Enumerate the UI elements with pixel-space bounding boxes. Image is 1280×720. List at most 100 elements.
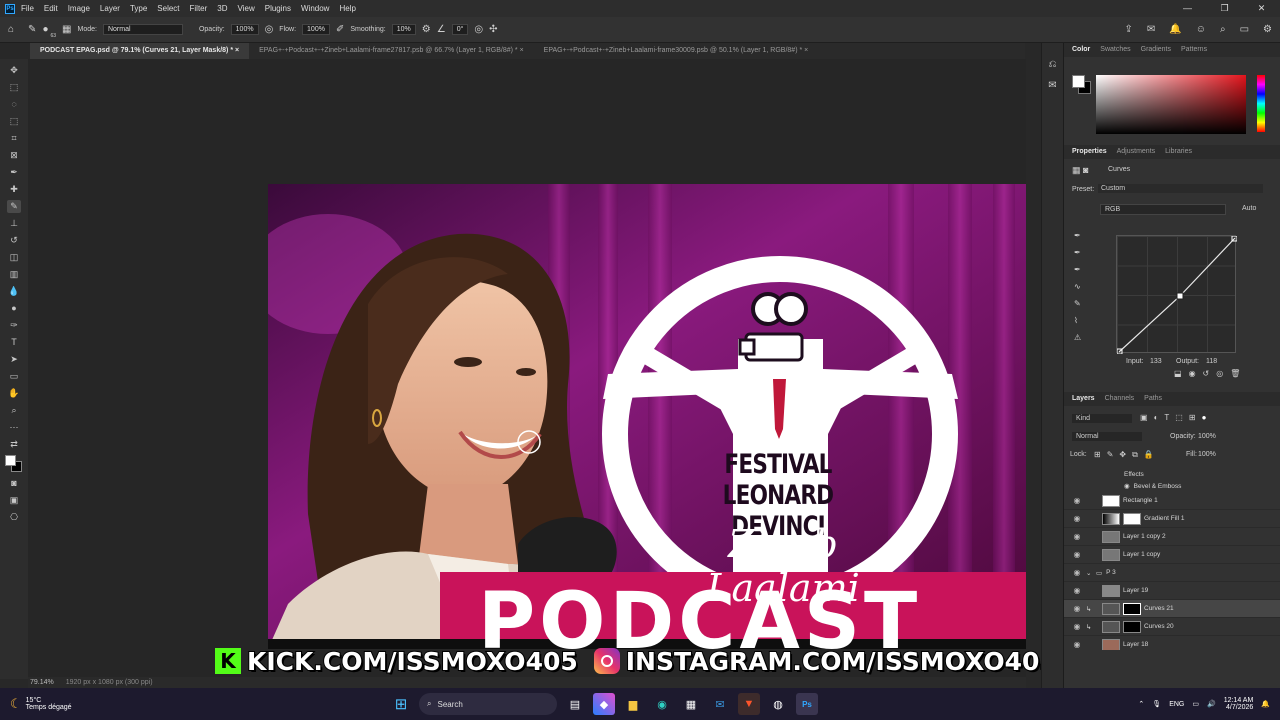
document-artwork[interactable]: FESTIVAL LEONARD DEVINCI Zineb Laalami P… [268,184,1026,649]
menu-3d[interactable]: 3D [217,4,227,13]
tab-frame27817[interactable]: EPAG+-+Podcast+-+Zineb+Laalami-frame2781… [249,43,534,59]
history-icon[interactable]: ⎌ [1042,59,1063,70]
layer-row-selected[interactable]: ◉ ↳ Curves 21 [1064,600,1280,618]
eyedropper-white-icon[interactable]: ✒ [1074,265,1081,274]
airbrush-icon[interactable]: ✐ [336,24,344,35]
notification-bell-icon[interactable]: 🔔 [1261,700,1270,708]
tab-patterns[interactable]: Patterns [1181,43,1207,57]
user-icon[interactable]: ☺ [1196,24,1206,35]
curve-pencil-icon[interactable]: ✎ [1074,299,1081,308]
delete-icon[interactable]: 🗑 [1230,369,1240,378]
symmetry-icon[interactable]: ✣ [489,24,497,35]
tab-adjustments[interactable]: Adjustments [1117,145,1156,159]
menu-select[interactable]: Select [157,4,179,13]
lock-all-icon[interactable]: 🔒 [1144,450,1154,460]
path-select-tool-icon[interactable]: ➤ [7,353,21,366]
close-icon[interactable]: × [235,47,239,54]
windows-start-icon[interactable]: ⊞ [390,693,412,715]
flow-input[interactable]: 100% [302,24,330,35]
file-explorer-icon[interactable]: ▆ [622,693,644,715]
gear-icon[interactable]: ⚙ [422,24,431,35]
eye-icon[interactable]: ◉ [1072,640,1082,649]
hand-tool-icon[interactable]: ✋ [7,387,21,400]
layer-row-effects[interactable]: Effects [1064,468,1280,480]
reset-icon[interactable]: ↺ [1203,369,1210,378]
preset-select[interactable]: Custom [1098,184,1263,193]
menu-window[interactable]: Window [301,4,329,13]
foreground-color-swatch[interactable] [5,455,23,473]
eye-icon[interactable]: ◉ [1072,496,1082,505]
share-icon[interactable]: ⇪ [1125,24,1133,35]
clock[interactable]: 12:14 AM 4/7/2026 [1224,697,1254,711]
stamp-tool-icon[interactable]: ⊥ [7,217,21,230]
visibility-icon[interactable]: ◎ [1216,369,1223,378]
close-icon[interactable]: × [520,47,524,54]
move-tool-icon[interactable]: ✥ [7,64,21,77]
tab-gradients[interactable]: Gradients [1141,43,1171,57]
menu-help[interactable]: Help [339,4,355,13]
layer-row[interactable]: ◉ Layer 1 copy [1064,546,1280,564]
store-icon[interactable]: ▦ [680,693,702,715]
brush-preset-icon[interactable]: ● [42,24,48,35]
menu-layer[interactable]: Layer [100,4,120,13]
layer-row[interactable]: ◉ Gradient Fill 1 [1064,510,1280,528]
lock-artboard-icon[interactable]: ⧉ [1132,450,1138,460]
dodge-tool-icon[interactable]: ● [7,302,21,315]
color-field[interactable] [1096,75,1246,134]
document-info[interactable]: 1920 px x 1080 px (300 ppi) [66,677,153,688]
eye-icon[interactable]: ◉ [1072,514,1082,523]
opacity-input[interactable]: 100% [230,24,259,35]
generative-icon[interactable]: ⎔ [7,511,21,524]
lock-pixels-icon[interactable]: ✎ [1107,450,1114,460]
eye-icon[interactable]: ◉ [1072,532,1082,541]
object-select-tool-icon[interactable]: ⬚ [7,115,21,128]
type-tool-icon[interactable]: T [7,336,21,349]
mode-select[interactable]: Normal [102,24,183,35]
close-icon[interactable]: ✕ [1243,0,1280,17]
eye-icon[interactable]: ◉ [1072,586,1082,595]
photoshop-taskbar-icon[interactable]: Ps [796,693,818,715]
volume-icon[interactable]: 🔊 [1207,700,1216,708]
layer-row[interactable]: ◉ Rectangle 1 [1064,492,1280,510]
language[interactable]: ENG [1169,701,1184,708]
layer-group-row[interactable]: ◉ ⌄ ▭ P 3 [1064,564,1280,582]
chevron-down-icon[interactable]: ⌄ [1086,569,1096,577]
lock-transparency-icon[interactable]: ⊞ [1094,450,1101,460]
brush-settings-icon[interactable]: ▦ [62,24,71,35]
lock-position-icon[interactable]: ✥ [1119,450,1126,460]
eye-icon[interactable]: ◉ [1072,604,1082,613]
filter-type-icon[interactable]: T [1164,413,1169,422]
fg-color-swatch[interactable] [1072,75,1085,88]
weather-widget[interactable]: ☾ 15°C Temps dégagé [10,696,390,712]
obs-icon[interactable]: ◍ [767,693,789,715]
restore-icon[interactable]: ❐ [1206,0,1243,17]
tab-swatches[interactable]: Swatches [1100,43,1130,57]
menu-edit[interactable]: Edit [44,4,58,13]
brush-tool-icon[interactable]: ✎ [7,200,21,213]
smooth-curve-icon[interactable]: ⌇ [1074,316,1081,325]
pressure-opacity-icon[interactable]: ◎ [265,24,274,35]
smoothing-input[interactable]: 10% [391,24,416,35]
tab-podcast-epag[interactable]: PODCAST EPAG.psd @ 79.1% (Curves 21, Lay… [30,43,250,59]
layer-row[interactable]: ◉ Layer 1 copy 2 [1064,528,1280,546]
tab-properties[interactable]: Properties [1072,145,1107,159]
outlook-icon[interactable]: ✉ [709,693,731,715]
search-icon[interactable]: ⌕ [1220,24,1226,35]
lasso-tool-icon[interactable]: ◌ [7,98,21,111]
mic-icon[interactable]: 🎙 [1152,700,1161,708]
filter-smart-icon[interactable]: ⊞ [1189,413,1196,422]
filter-adjustment-icon[interactable]: ◐ [1154,413,1159,422]
fill-value[interactable]: 100% [1198,451,1216,458]
more-tools-icon[interactable]: ⋯ [7,421,21,434]
menu-type[interactable]: Type [130,4,147,13]
tab-libraries[interactable]: Libraries [1165,145,1192,159]
layer-row[interactable]: ◉ ↳ Curves 20 [1064,618,1280,636]
pen-tool-icon[interactable]: ✑ [7,319,21,332]
shape-tool-icon[interactable]: ▭ [7,370,21,383]
notification-icon[interactable]: 🔔 [1169,24,1181,35]
tab-frame30009[interactable]: EPAG+-+Podcast+-+Zineb+Laalami-frame3000… [534,43,819,59]
brush-tool-icon[interactable]: ✎ [28,24,36,35]
comment-panel-icon[interactable]: ✉ [1042,80,1063,91]
menu-view[interactable]: View [238,4,255,13]
network-icon[interactable]: ▭ [1192,700,1199,708]
